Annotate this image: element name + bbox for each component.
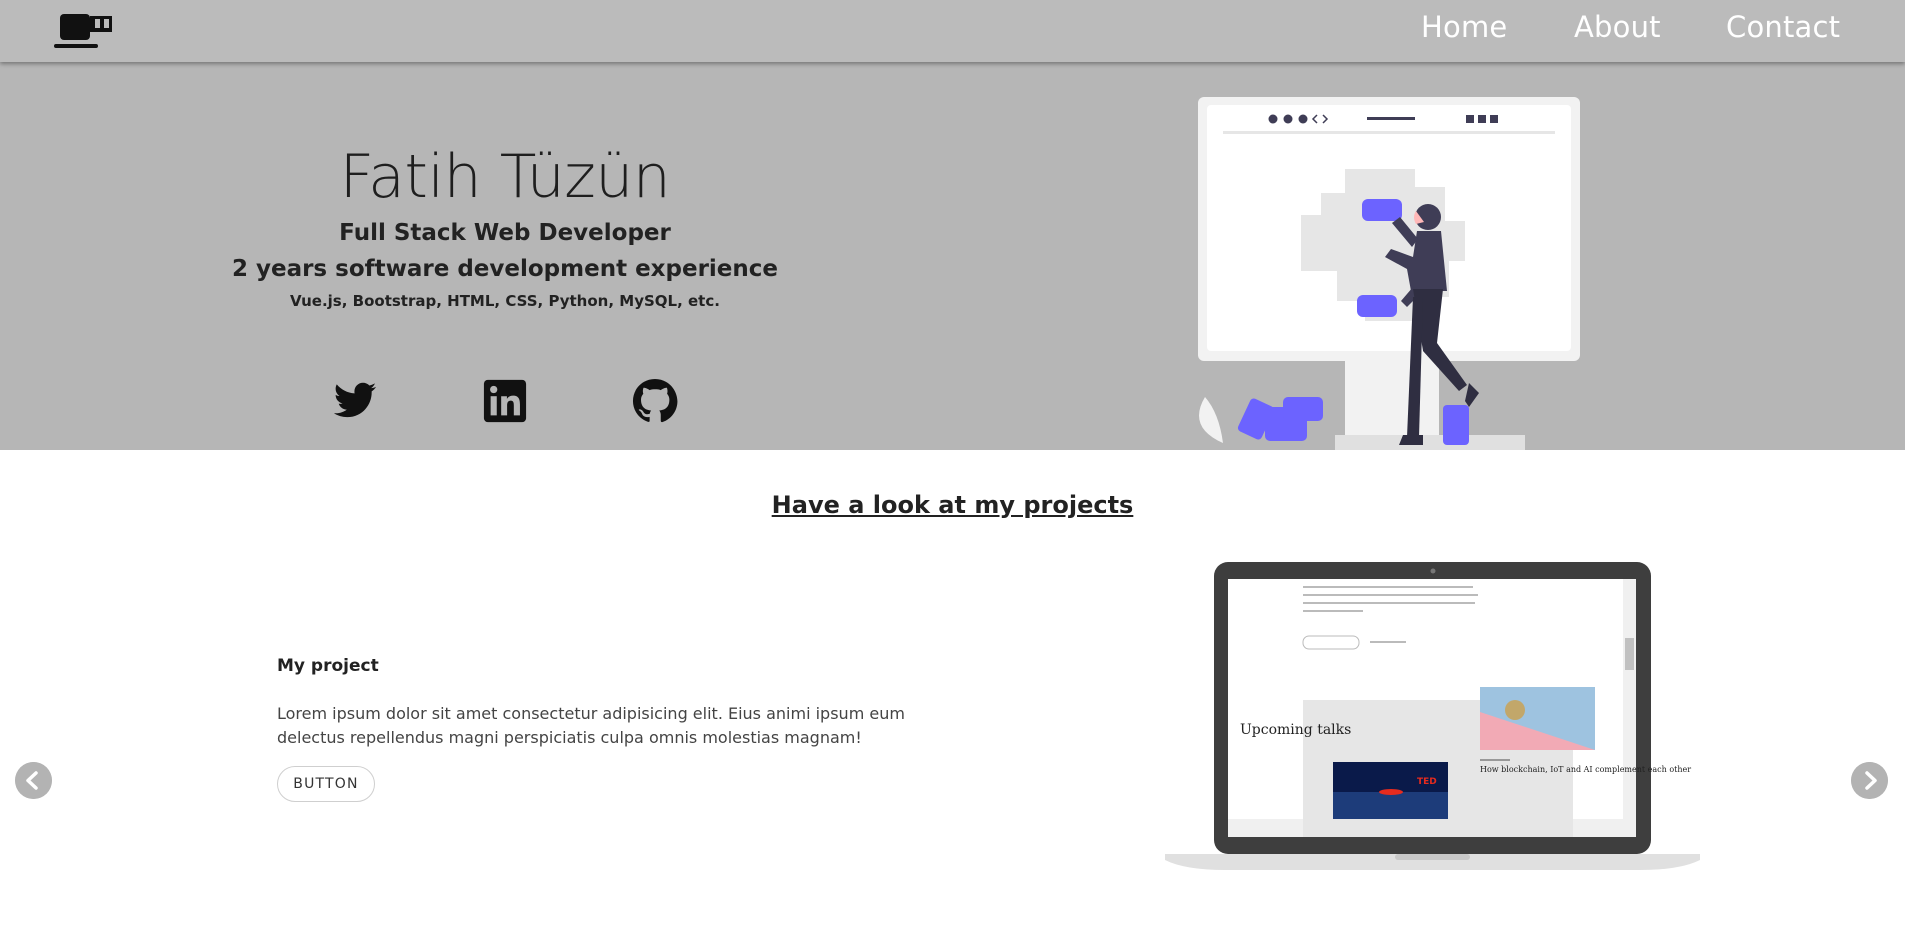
project-screenshot-laptop: Upcoming talks How blockchain, IoT and A… <box>1165 562 1700 870</box>
hero-section: Fatih Tüzün Full Stack Web Developer 2 y… <box>0 62 1905 450</box>
hero-role: Full Stack Web Developer <box>339 220 671 246</box>
twitter-icon[interactable] <box>332 378 378 424</box>
github-icon[interactable] <box>632 378 678 424</box>
chevron-right-icon[interactable] <box>1851 762 1888 799</box>
nav-link-contact[interactable]: Contact <box>1726 10 1840 44</box>
project-description: Lorem ipsum dolor sit amet consectetur a… <box>277 704 905 747</box>
screenshot-section-title: Upcoming talks <box>1240 722 1351 738</box>
navbar: Home About Contact <box>0 0 1905 62</box>
ted-badge: TED <box>1417 777 1437 787</box>
coffee-cup-icon[interactable] <box>54 12 124 52</box>
project-button[interactable]: BUTTON <box>277 766 375 802</box>
screenshot-article-title: How blockchain, IoT and AI complement ea… <box>1480 765 1691 774</box>
nav-link-about[interactable]: About <box>1574 10 1661 44</box>
chevron-left-icon[interactable] <box>15 762 52 799</box>
project-title: My project <box>277 656 379 676</box>
linkedin-icon[interactable] <box>482 378 528 424</box>
hero-name: Fatih Tüzün <box>339 142 671 212</box>
hero-skills: Vue.js, Bootstrap, HTML, CSS, Python, My… <box>290 292 720 310</box>
developer-illustration <box>1198 97 1580 450</box>
projects-heading[interactable]: Have a look at my projects <box>0 491 1905 519</box>
nav-link-home[interactable]: Home <box>1421 10 1507 44</box>
hero-experience: 2 years software development experience <box>231 256 779 282</box>
